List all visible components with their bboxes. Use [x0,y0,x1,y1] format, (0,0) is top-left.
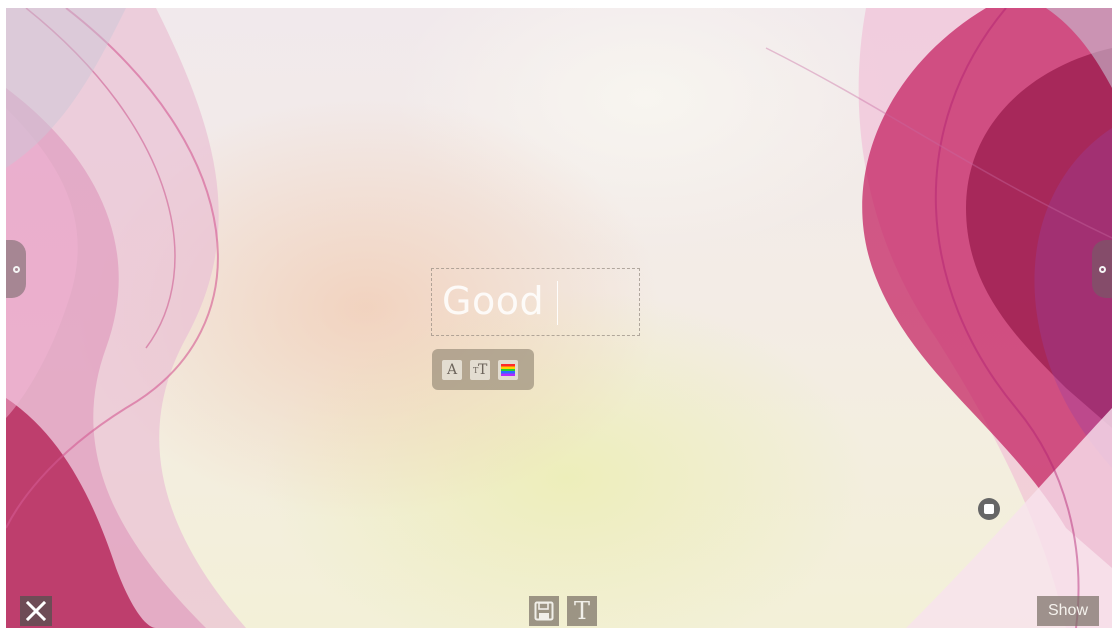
text-caret [557,281,558,325]
left-panel-handle[interactable] [6,240,26,298]
font-size-button[interactable]: T T [470,359,490,380]
stop-record-button[interactable] [978,498,1000,520]
text-format-toolbar: A T T [432,349,534,390]
text-tool-glyph: T [573,597,590,625]
settings-dot-icon [12,265,20,273]
save-button[interactable] [529,596,559,626]
save-icon [534,601,554,621]
close-button[interactable] [20,596,52,626]
stop-icon [984,504,994,514]
font-style-button[interactable]: A [442,359,462,380]
whiteboard-canvas[interactable]: Good A T T T Show [6,8,1112,628]
font-color-button[interactable] [498,359,518,380]
show-button[interactable]: Show [1037,596,1099,626]
right-panel-handle[interactable] [1092,240,1112,298]
font-size-big-glyph: T [478,361,488,378]
rainbow-color-icon [501,363,515,376]
close-icon [26,601,46,621]
font-style-label: A [446,361,458,378]
add-text-button[interactable]: T [567,596,597,626]
text-input-box[interactable]: Good [431,268,640,336]
text-box-value: Good [442,279,545,323]
settings-dot-icon [1098,265,1106,273]
